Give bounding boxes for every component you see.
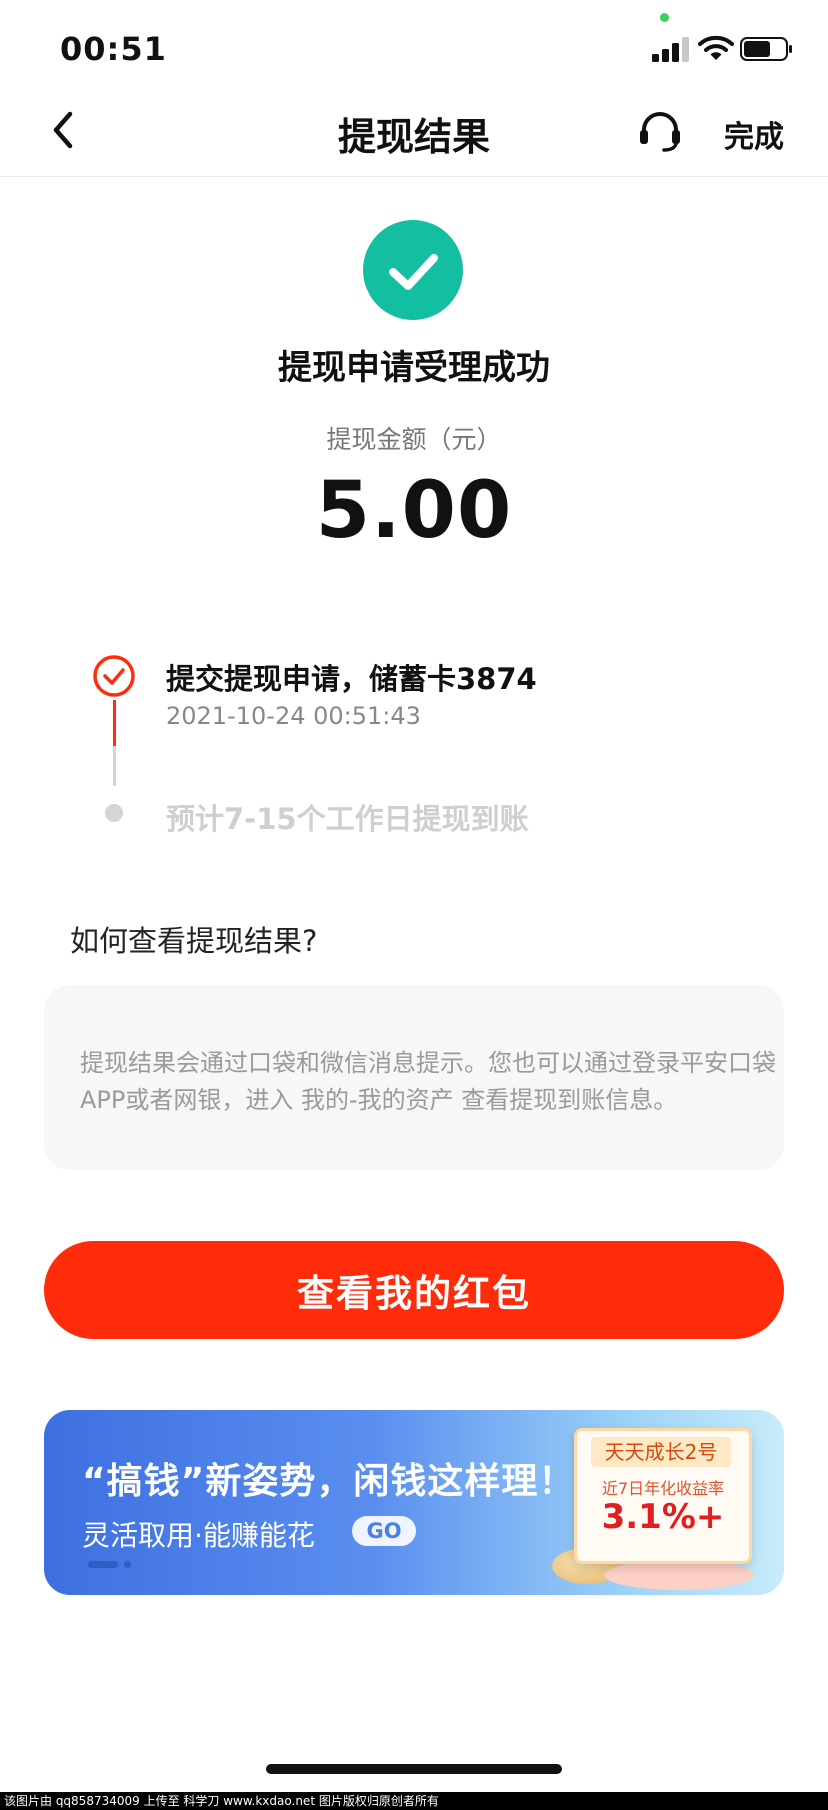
done-button[interactable]: 完成: [724, 112, 784, 156]
timeline-progress-line: [113, 700, 116, 746]
help-text: 提现结果会通过口袋和微信消息提示。您也可以通过登录平安口袋APP或者网银，进入 …: [80, 1049, 776, 1114]
banner-subtitle: 灵活取用·能赚能花: [82, 1519, 315, 1552]
product-card: 天天成长2号 近7日年化收益率 3.1%+: [574, 1428, 752, 1564]
cellular-signal-icon: [652, 37, 689, 62]
amount-label: 提现金额（元）: [326, 425, 502, 454]
promo-banner[interactable]: “搞钱”新姿势，闲钱这样理！ 灵活取用·能赚能花 GO 天天成长2号 近7日年化…: [44, 1410, 784, 1595]
product-yield-label: 近7日年化收益率: [601, 1479, 725, 1498]
success-check-icon: [363, 220, 463, 320]
success-title: 提现申请受理成功: [278, 348, 550, 388]
status-time: 00:51: [60, 30, 167, 68]
banner-go-button[interactable]: GO: [352, 1516, 416, 1546]
product-yield-rate: 3.1%+: [601, 1497, 725, 1537]
timeline-check-icon: [93, 655, 135, 697]
help-title: 如何查看提现结果?: [70, 924, 318, 958]
banner-dot: [124, 1561, 131, 1568]
battery-icon: [740, 37, 792, 61]
privacy-indicator-dot: [660, 13, 669, 22]
timeline-pending-dot: [105, 804, 123, 822]
amount-value: 5.00: [315, 466, 513, 556]
banner-title: “搞钱”新姿势，闲钱这样理！: [82, 1461, 576, 1502]
banner-pagination: [88, 1554, 137, 1573]
wifi-icon: [698, 35, 734, 60]
customer-service-icon[interactable]: [636, 110, 684, 154]
navigation-bar: 提现结果 完成: [0, 88, 828, 177]
timeline-step-submitted-time: 2021-10-24 00:51:43: [166, 702, 421, 730]
banner-dot-active: [88, 1561, 118, 1568]
help-info-box: 提现结果会通过口袋和微信消息提示。您也可以通过登录平安口袋APP或者网银，进入 …: [44, 985, 784, 1170]
view-red-packet-button[interactable]: 查看我的红包: [44, 1241, 784, 1339]
timeline-step-expected: 预计7-15个工作日提现到账: [166, 802, 529, 836]
pedestal-decoration: [604, 1560, 754, 1590]
home-indicator[interactable]: [266, 1764, 562, 1774]
watermark-text: 该图片由 qq858734009 上传至 科学刀 www.kxdao.net 图…: [0, 1792, 828, 1810]
timeline-step-submitted: 提交提现申请，储蓄卡3874: [166, 662, 537, 696]
page-title: 提现结果: [337, 115, 490, 159]
timeline-pending-line: [113, 746, 116, 786]
withdraw-result-page: 00:51 提现结果 完成 提现申请受理成功 提现金额（元） 5.00 提交提现…: [0, 0, 828, 1810]
product-name: 天天成长2号: [591, 1437, 731, 1467]
